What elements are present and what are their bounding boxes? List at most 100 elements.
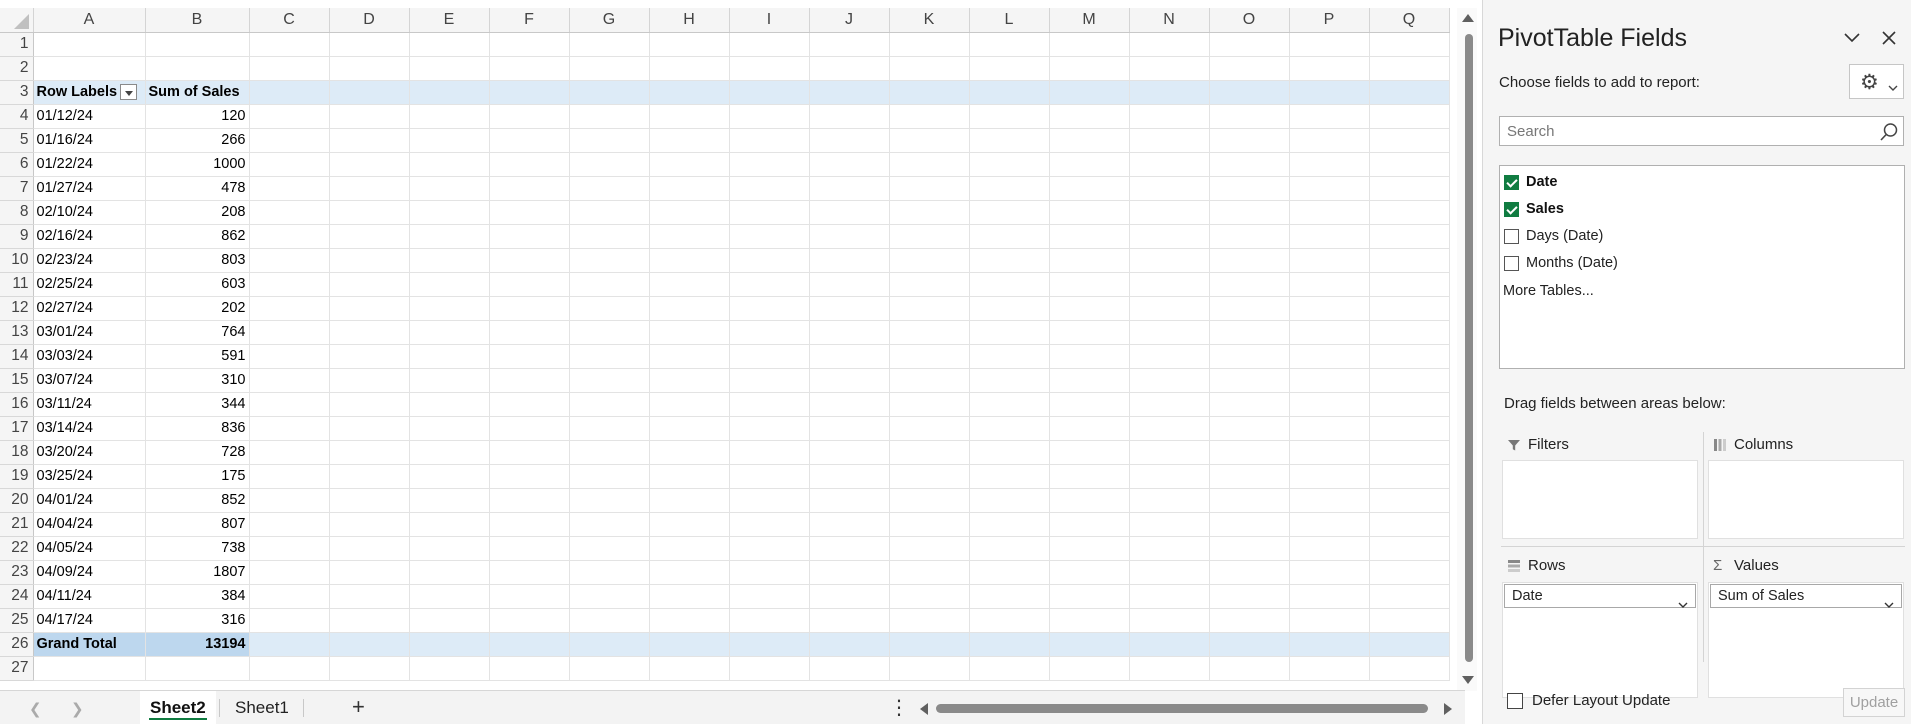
cell[interactable] [1369,368,1450,393]
cell[interactable] [1209,176,1290,201]
cell[interactable] [1049,224,1130,249]
cell[interactable] [489,368,570,393]
cell[interactable] [569,584,650,609]
cell[interactable] [1369,200,1450,225]
cell[interactable] [1289,416,1370,441]
cell[interactable] [489,80,570,105]
close-icon[interactable] [1881,30,1897,49]
column-header[interactable]: C [249,8,330,33]
cell[interactable] [1369,488,1450,513]
cell[interactable] [569,248,650,273]
cell[interactable] [1049,512,1130,537]
row-header[interactable]: 14 [0,344,34,369]
cell[interactable] [1049,631,1130,657]
cell[interactable]: 310 [145,368,250,393]
cell[interactable] [889,272,970,297]
cell[interactable] [729,224,810,249]
cell[interactable] [649,296,730,321]
cell[interactable] [1289,128,1370,153]
cell[interactable] [889,104,970,129]
cell[interactable] [969,440,1050,465]
cell[interactable] [329,320,410,345]
cell[interactable] [1289,56,1370,81]
cell[interactable] [809,272,890,297]
cell[interactable]: 02/27/24 [33,296,146,321]
cell[interactable]: 1807 [145,560,250,585]
cell[interactable] [889,368,970,393]
cell[interactable]: 175 [145,464,250,489]
cell[interactable]: 836 [145,416,250,441]
cell[interactable] [409,608,490,633]
cell[interactable] [569,656,650,681]
cell[interactable] [409,200,490,225]
cell[interactable] [1369,560,1450,585]
cell[interactable] [649,128,730,153]
cell[interactable] [249,248,330,273]
cell[interactable] [409,584,490,609]
cell[interactable] [649,56,730,81]
cell[interactable] [409,416,490,441]
cell[interactable] [1209,128,1290,153]
cell[interactable] [249,440,330,465]
cell[interactable] [249,631,330,657]
cell[interactable] [1289,32,1370,57]
cell[interactable] [569,536,650,561]
row-header[interactable]: 20 [0,488,34,513]
cell[interactable] [489,631,570,657]
row-header[interactable]: 1 [0,32,34,57]
column-header[interactable]: N [1129,8,1210,33]
next-sheet-icon[interactable]: ❯ [71,700,84,718]
cell[interactable] [1369,631,1450,657]
cell[interactable] [489,488,570,513]
cell[interactable] [409,224,490,249]
cell[interactable] [249,416,330,441]
cell[interactable] [1369,464,1450,489]
cell[interactable]: 316 [145,608,250,633]
cell[interactable] [409,320,490,345]
field-item-sales[interactable]: Sales [1504,197,1564,221]
cell[interactable] [969,32,1050,57]
cell[interactable] [729,320,810,345]
cell[interactable] [1289,152,1370,177]
cell[interactable] [729,536,810,561]
cell[interactable] [889,344,970,369]
cell[interactable] [1209,608,1290,633]
cell[interactable] [969,200,1050,225]
cell[interactable] [409,536,490,561]
cell[interactable] [1289,296,1370,321]
cell[interactable] [809,200,890,225]
cell[interactable] [1289,200,1370,225]
cell[interactable] [649,224,730,249]
column-header[interactable]: E [409,8,490,33]
cell[interactable] [649,488,730,513]
cell[interactable] [1049,272,1130,297]
cell[interactable] [729,200,810,225]
row-header[interactable]: 27 [0,656,34,681]
field-checkbox[interactable] [1504,228,1519,244]
cell[interactable] [649,104,730,129]
cell[interactable] [1369,536,1450,561]
chevron-down-icon[interactable] [1843,31,1861,49]
cell[interactable] [409,392,490,417]
grand-total-label[interactable]: Grand Total [33,631,146,657]
cell[interactable] [569,440,650,465]
cell[interactable] [489,512,570,537]
cell[interactable] [329,248,410,273]
cell[interactable] [489,224,570,249]
row-header[interactable]: 4 [0,104,34,129]
cell[interactable] [649,608,730,633]
field-checkbox[interactable] [1504,174,1519,190]
cell[interactable] [569,464,650,489]
more-tables-link[interactable]: More Tables... [1503,283,1594,299]
cell[interactable] [329,440,410,465]
cell[interactable] [889,512,970,537]
cell[interactable]: 478 [145,176,250,201]
cell[interactable]: 03/01/24 [33,320,146,345]
cell[interactable] [409,248,490,273]
cell[interactable] [809,248,890,273]
cell[interactable] [889,416,970,441]
cell[interactable] [329,608,410,633]
cell[interactable]: 803 [145,248,250,273]
cell[interactable] [489,176,570,201]
cell[interactable] [569,56,650,81]
